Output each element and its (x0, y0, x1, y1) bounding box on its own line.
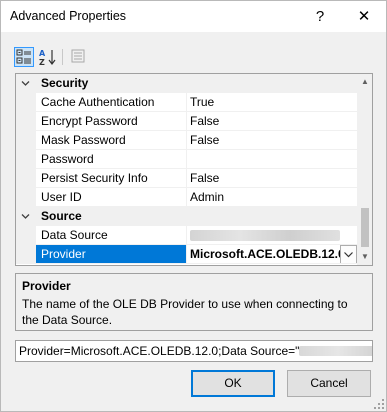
property-grid-rows: Security Cache Authentication True Encry… (16, 74, 357, 264)
row-gutter (16, 112, 36, 131)
description-title: Provider (22, 279, 71, 293)
property-value[interactable]: True (187, 93, 357, 112)
advanced-properties-dialog: Advanced Properties ? ✕ A Z Security Cac… (0, 0, 387, 412)
property-value[interactable]: False (187, 131, 357, 150)
property-value-redacted[interactable] (187, 226, 357, 245)
category-source[interactable]: Source (16, 207, 357, 226)
categorized-button[interactable] (14, 47, 34, 67)
property-pages-button (69, 47, 89, 67)
property-value[interactable]: Admin (187, 188, 357, 207)
property-row-persist-security-info[interactable]: Persist Security Info False (16, 169, 357, 188)
property-name: Cache Authentication (36, 93, 187, 112)
property-name: Data Source (36, 226, 187, 245)
description-text: The name of the OLE DB Provider to use w… (22, 297, 348, 327)
property-value[interactable]: False (187, 112, 357, 131)
property-value[interactable]: False (187, 169, 357, 188)
property-pages-icon (71, 49, 85, 63)
category-label: Security (41, 76, 89, 90)
property-row-provider[interactable]: Provider Microsoft.ACE.OLEDB.12.0 (16, 245, 357, 264)
property-grid: Security Cache Authentication True Encry… (15, 73, 373, 266)
redacted-value (190, 230, 340, 241)
svg-text:A: A (39, 49, 46, 58)
redacted-value (299, 346, 372, 356)
property-name: Encrypt Password (36, 112, 187, 131)
description-panel: Provider The name of the OLE DB Provider… (15, 273, 373, 331)
cancel-button[interactable]: Cancel (287, 370, 371, 397)
window-title: Advanced Properties (10, 9, 127, 23)
connection-string-text: Provider=Microsoft.ACE.OLEDB.12.0;Data S… (19, 344, 300, 358)
scroll-up-icon[interactable]: ▲ (357, 74, 372, 90)
property-row-encrypt-password[interactable]: Encrypt Password False (16, 112, 357, 131)
property-row-data-source[interactable]: Data Source (16, 226, 357, 245)
property-name: Provider (36, 245, 187, 264)
resize-grip-icon[interactable] (374, 399, 385, 410)
help-button[interactable]: ? (303, 1, 337, 32)
property-name: Password (36, 150, 187, 169)
alphabetical-icon: A Z (39, 49, 56, 67)
chevron-down-icon (344, 252, 353, 258)
row-gutter (16, 188, 36, 207)
property-name: User ID (36, 188, 187, 207)
toolbar-separator (62, 49, 63, 65)
collapse-chevron-icon[interactable] (21, 79, 30, 88)
row-gutter (16, 131, 36, 150)
property-row-user-id[interactable]: User ID Admin (16, 188, 357, 207)
provider-dropdown-button[interactable] (340, 245, 357, 263)
category-security[interactable]: Security (16, 74, 357, 93)
connection-string-field[interactable]: Provider=Microsoft.ACE.OLEDB.12.0;Data S… (15, 340, 373, 362)
row-gutter (16, 245, 36, 264)
provider-value[interactable]: Microsoft.ACE.OLEDB.12.0 (187, 245, 357, 264)
row-gutter (16, 169, 36, 188)
property-value[interactable] (187, 150, 357, 169)
property-row-mask-password[interactable]: Mask Password False (16, 131, 357, 150)
scroll-down-icon[interactable]: ▼ (357, 249, 372, 265)
provider-value-text: Microsoft.ACE.OLEDB.12.0 (190, 247, 345, 261)
alphabetical-button[interactable]: A Z (38, 47, 58, 67)
scrollbar-thumb[interactable] (361, 208, 369, 247)
property-name: Mask Password (36, 131, 187, 150)
property-grid-scrollbar[interactable]: ▲ ▼ (357, 74, 372, 265)
category-label: Source (41, 209, 82, 223)
property-row-password[interactable]: Password (16, 150, 357, 169)
property-row-cache-authentication[interactable]: Cache Authentication True (16, 93, 357, 112)
row-gutter (16, 93, 36, 112)
close-button[interactable]: ✕ (344, 1, 384, 32)
svg-text:Z: Z (39, 58, 45, 67)
property-name: Persist Security Info (36, 169, 187, 188)
collapse-chevron-icon[interactable] (21, 212, 30, 221)
row-gutter (16, 150, 36, 169)
categorized-icon (16, 49, 31, 64)
title-bar[interactable]: Advanced Properties ? ✕ (1, 1, 386, 32)
ok-button[interactable]: OK (191, 370, 275, 397)
row-gutter (16, 226, 36, 245)
